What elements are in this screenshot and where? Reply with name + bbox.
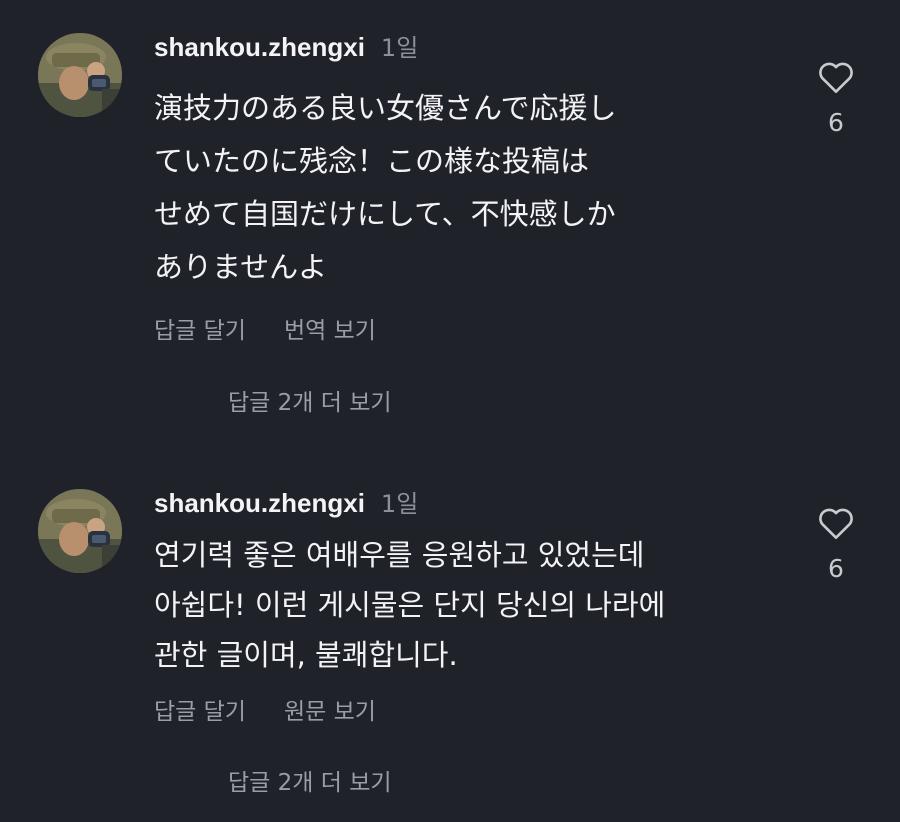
comment-text: 演技力のある良い女優さんで応援し ていたのに残念！この様な投稿は せめて自国だけ… <box>154 91 617 284</box>
comment-actions: 답글 달기 원문 보기 <box>154 692 376 726</box>
comment-actions: 답글 달기 번역 보기 <box>154 311 376 345</box>
avatar[interactable] <box>38 489 122 573</box>
like-count: 6 <box>828 108 844 137</box>
timestamp: 1일 <box>380 490 419 518</box>
heart-outline-icon[interactable] <box>817 60 855 94</box>
username[interactable]: shankou.zhengxi <box>154 32 365 63</box>
like-count: 6 <box>828 554 844 583</box>
avatar[interactable] <box>38 33 122 117</box>
see-translation-button[interactable]: 번역 보기 <box>284 311 376 345</box>
see-original-button[interactable]: 원문 보기 <box>284 692 376 726</box>
reply-button[interactable]: 답글 달기 <box>154 692 246 726</box>
view-more-replies-button[interactable]: 답글 2개 더 보기 <box>228 383 392 417</box>
reply-button[interactable]: 답글 달기 <box>154 311 246 345</box>
avatar-image <box>38 33 122 117</box>
like-container: 6 <box>812 60 860 137</box>
view-more-replies-button[interactable]: 답글 2개 더 보기 <box>228 763 392 797</box>
avatar-image <box>38 489 122 573</box>
like-container: 6 <box>812 506 860 583</box>
heart-outline-icon[interactable] <box>817 506 855 540</box>
comment-header: shankou.zhengxi 1일 <box>154 484 418 519</box>
comment-header: shankou.zhengxi 1일 <box>154 28 418 63</box>
comment-text: 연기력 좋은 여배우를 응원하고 있었는데 아쉽다! 이런 게시물은 단지 당신… <box>154 538 666 672</box>
username[interactable]: shankou.zhengxi <box>154 488 365 519</box>
timestamp: 1일 <box>380 34 419 62</box>
